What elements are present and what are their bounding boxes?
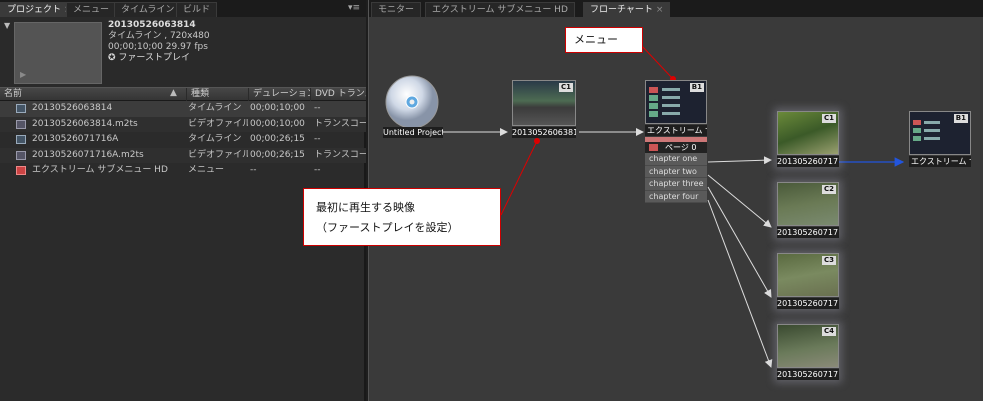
menu-button-list: ページ 0 chapter one chapter two chapter th… <box>645 137 707 203</box>
collapse-triangle-icon[interactable]: ▼ <box>4 21 10 30</box>
timeline-icon <box>16 135 26 144</box>
play-icon[interactable]: ▶ <box>20 70 26 79</box>
tab-build[interactable]: ビルド <box>176 2 218 17</box>
preview-thumbnail[interactable]: ▶ <box>14 22 102 84</box>
close-icon[interactable]: × <box>656 5 664 15</box>
menu-node-badge: B1 <box>689 83 704 92</box>
chapter-node-1[interactable]: C1 2013052607171 <box>777 111 839 167</box>
callout-leader-menu <box>640 44 676 82</box>
chapter-node-2-thumbnail: C2 <box>777 182 839 226</box>
project-node-label: Untitled Project <box>383 127 443 138</box>
menu-chapter-four[interactable]: chapter four <box>645 190 707 203</box>
link-chapter-two <box>707 174 772 228</box>
page-icon <box>649 144 658 151</box>
chapter-node-4[interactable]: C4 2013052607171 <box>777 324 839 380</box>
end-menu-node-label: エクストリーム サ <box>909 156 971 167</box>
right-tab-bar: モニター エクストリーム サブメニュー HD フローチャート × <box>369 0 983 17</box>
timeline-node-thumbnail: C1 <box>512 80 576 126</box>
file-list-header: 名前 ▲ 種類 デュレーション DVD トランスコ <box>0 87 366 101</box>
file-row[interactable]: エクストリーム サブメニュー HD メニュー -- -- <box>0 163 366 179</box>
menu-chapter-two[interactable]: chapter two <box>645 165 707 178</box>
chapter-node-3-thumbnail: C3 <box>777 253 839 297</box>
timeline-node[interactable]: C1 20130526063814 <box>512 80 576 138</box>
panel-menu-icon[interactable]: ▾≡ <box>348 3 360 13</box>
callout-first-play: 最初に再生する映像 （ファーストプレイを設定） <box>303 188 501 246</box>
end-menu-node-thumbnail: B1 <box>909 111 971 155</box>
chapter-node-2-label: 2013052607171 <box>777 227 839 238</box>
tab-extreme-submenu[interactable]: エクストリーム サブメニュー HD <box>425 2 575 17</box>
end-menu-node[interactable]: B1 エクストリーム サ <box>909 111 971 167</box>
menu-node[interactable]: B1 エクストリーム サ ページ 0 chapter one chapter t… <box>645 80 709 210</box>
preview-info-line2: 00;00;10;00 29.97 fps <box>108 42 208 52</box>
preview-area: ▼ ▶ 20130526063814 タイムライン , 720x480 00;0… <box>0 17 366 87</box>
menu-chapter-one[interactable]: chapter one <box>645 153 707 166</box>
left-tab-bar: プロジェクト× メニュー タイムライン ビルド ▾≡ <box>0 0 366 17</box>
callout-leader-first <box>500 138 540 216</box>
file-row[interactable]: 20130526071716A.m2ts ビデオファイル 00;00;26;15… <box>0 147 366 163</box>
menu-node-label: エクストリーム サ <box>645 125 707 136</box>
video-file-icon <box>16 150 26 160</box>
sort-up-icon[interactable]: ▲ <box>170 88 177 98</box>
preview-title: 20130526063814 <box>108 20 196 30</box>
link-chapter-one <box>707 156 772 165</box>
chapter-node-1-thumbnail: C1 <box>777 111 839 155</box>
file-row[interactable]: 20130526063814.m2ts ビデオファイル 00;00;10;00 … <box>0 116 366 132</box>
chapter-node-4-thumbnail: C4 <box>777 324 839 368</box>
tab-flowchart[interactable]: フローチャート × <box>583 2 671 17</box>
callout-first-play-line1: 最初に再生する映像 <box>316 201 415 214</box>
tab-timeline[interactable]: タイムライン <box>114 2 182 17</box>
preview-meta: 20130526063814 タイムライン , 720x480 00;00;10… <box>108 20 210 64</box>
chapter-node-1-label: 2013052607171 <box>777 156 839 167</box>
callout-first-play-line2: （ファーストプレイを設定） <box>316 221 459 234</box>
file-row[interactable]: 20130526063814 タイムライン 00;00;10;00 -- <box>0 101 366 117</box>
column-header-duration[interactable]: デュレーション <box>248 88 310 101</box>
link-chapter-three <box>707 186 772 298</box>
column-header-type[interactable]: 種類 <box>186 88 248 101</box>
file-row[interactable]: 20130526071716A タイムライン 00;00;26;15 -- <box>0 132 366 148</box>
chapter-node-3-label: 2013052607171 <box>777 298 839 309</box>
disc-icon <box>385 75 439 129</box>
chapter-node-4-label: 2013052607171 <box>777 369 839 380</box>
timeline-node-label: 20130526063814 <box>512 127 576 138</box>
timeline-node-badge: C1 <box>558 83 573 92</box>
link-chapter-four <box>707 199 773 368</box>
chapter-node-2-badge: C2 <box>821 185 836 194</box>
column-header-transcode[interactable]: DVD トランスコ <box>310 88 366 101</box>
callout-menu: メニュー <box>565 27 643 53</box>
menu-page[interactable]: ページ 0 <box>645 142 707 153</box>
menu-chapter-three[interactable]: chapter three <box>645 178 707 191</box>
first-play-icon: ✪ <box>108 53 119 63</box>
chapter-node-2[interactable]: C2 2013052607171 <box>777 182 839 238</box>
video-file-icon <box>16 119 26 129</box>
chapter-node-4-badge: C4 <box>821 327 836 336</box>
menu-icon <box>16 166 26 175</box>
first-play-indicator: ✪ ファーストプレイ <box>108 53 190 63</box>
timeline-icon <box>16 104 26 113</box>
tab-monitor[interactable]: モニター <box>371 2 422 17</box>
file-list: 名前 ▲ 種類 デュレーション DVD トランスコ 20130526063814… <box>0 87 366 179</box>
chapter-node-1-badge: C1 <box>821 114 836 123</box>
end-menu-node-badge: B1 <box>953 114 968 123</box>
project-node[interactable]: Untitled Project <box>383 75 443 141</box>
menu-node-thumbnail: B1 <box>645 80 707 124</box>
column-header-name[interactable]: 名前 <box>0 88 186 101</box>
tab-menu[interactable]: メニュー <box>66 2 117 17</box>
chapter-node-3-badge: C3 <box>821 256 836 265</box>
preview-info-line1: タイムライン , 720x480 <box>108 31 210 41</box>
chapter-node-3[interactable]: C3 2013052607171 <box>777 253 839 309</box>
